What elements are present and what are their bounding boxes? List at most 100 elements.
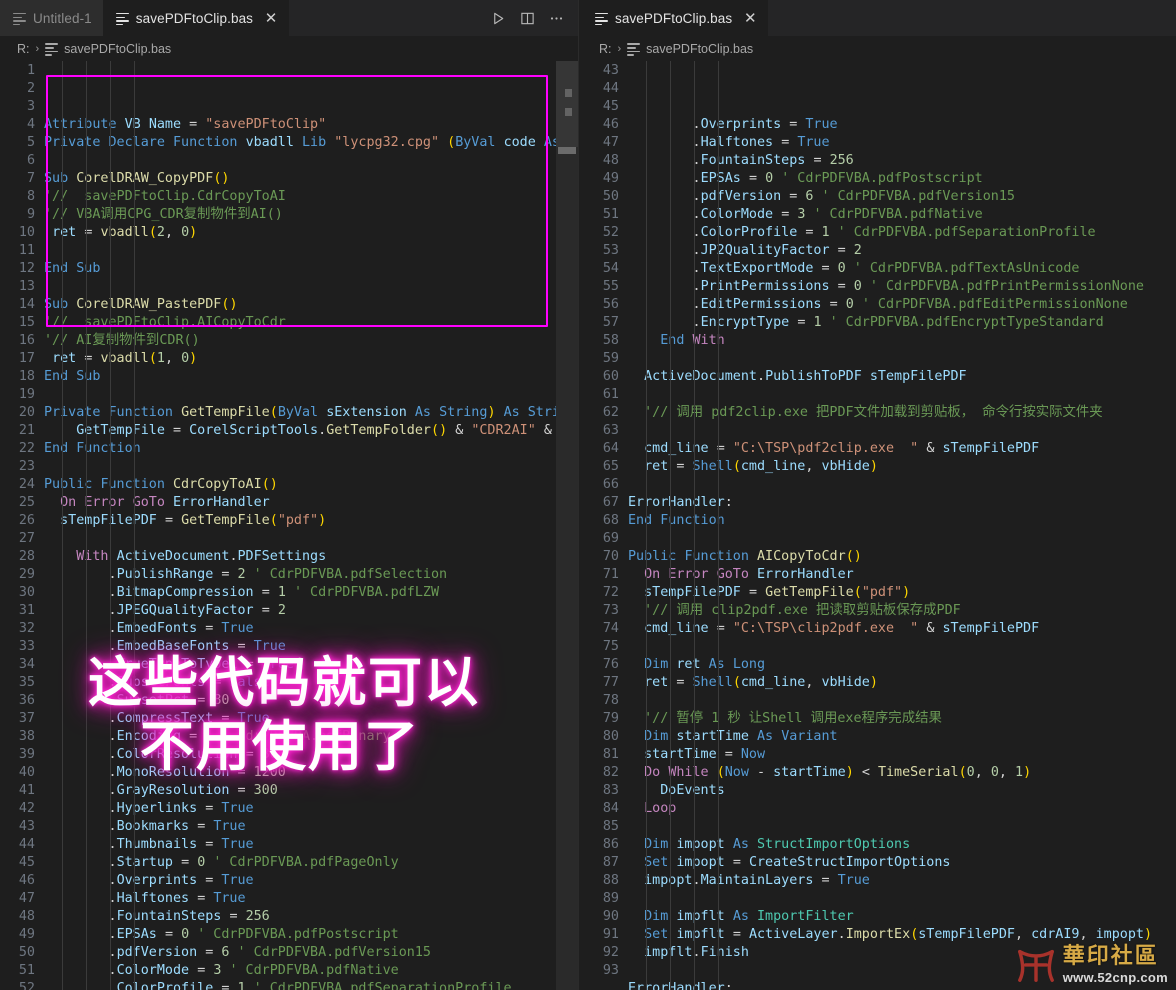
code-line[interactable]: End Function	[628, 512, 1176, 530]
code-line[interactable]: .SubsetFonts = False	[44, 674, 578, 692]
code-line[interactable]: GetTempFile = CorelScriptTools.GetTempFo…	[44, 422, 578, 440]
code-content-left[interactable]: Attribute VB Name = "savePDFtoClip" Priva…	[44, 61, 578, 990]
code-line[interactable]: Sub CorelDRAW_CopyPDF()	[44, 170, 578, 188]
code-line[interactable]	[628, 422, 1176, 440]
code-line[interactable]: .pdfVersion = 6 ' CdrPDFVBA.pdfVersion15	[628, 188, 1176, 206]
code-line[interactable]: Attribute VB Name = "savePDFtoClip"	[44, 116, 578, 134]
code-line[interactable]	[44, 278, 578, 296]
code-line[interactable]: On Error GoTo ErrorHandler	[44, 494, 578, 512]
code-line[interactable]: Private Function GetTempFile(ByVal sExte…	[44, 404, 578, 422]
scrollbar-slider[interactable]	[556, 61, 578, 147]
code-line[interactable]: .Halftones = True	[44, 890, 578, 908]
code-line[interactable]	[628, 890, 1176, 908]
code-line[interactable]: '// savePDFtoClip.CdrCopyToAI	[44, 188, 578, 206]
code-line[interactable]: impopt.MaintainLayers = True	[628, 872, 1176, 890]
code-editor-right[interactable]: 43 44 45 46 47 48 49 50 51 52 53 54 55 56 57 58 59 60 61 62…	[582, 61, 1176, 990]
code-line[interactable]: .EncryptType = 1 ' CdrPDFVBA.pdfEncryptT…	[628, 314, 1176, 332]
code-line[interactable]	[628, 530, 1176, 548]
code-line[interactable]: .FountainSteps = 256	[628, 152, 1176, 170]
code-line[interactable]: Loop	[628, 800, 1176, 818]
code-line[interactable]: .EmbedFonts = True	[44, 620, 578, 638]
code-line[interactable]	[628, 818, 1176, 836]
breadcrumb-file[interactable]: savePDFtoClip.bas	[64, 42, 171, 56]
code-line[interactable]: .Halftones = True	[628, 134, 1176, 152]
code-content-right[interactable]: .Overprints = True .Halftones = True .Fo…	[628, 61, 1176, 990]
code-line[interactable]: .EPSAs = 0 ' CdrPDFVBA.pdfPostscript	[628, 170, 1176, 188]
close-icon[interactable]: ✕	[743, 11, 757, 26]
run-button[interactable]	[491, 11, 506, 26]
code-line[interactable]: ret = vbadll(1, 0)	[44, 350, 578, 368]
code-line[interactable]: End Function	[44, 440, 578, 458]
code-line[interactable]: .PrintPermissions = 0 ' CdrPDFVBA.pdfPri…	[628, 278, 1176, 296]
code-line[interactable]: End Sub	[44, 260, 578, 278]
code-line[interactable]: startTime = Now	[628, 746, 1176, 764]
code-line[interactable]: .GrayResolution = 300	[44, 782, 578, 800]
code-line[interactable]: ret = Shell(cmd_line, vbHide)	[628, 458, 1176, 476]
code-line[interactable]: Dim impopt As StructImportOptions	[628, 836, 1176, 854]
split-editor-button[interactable]	[520, 11, 535, 26]
scrollbar-thumb[interactable]	[558, 147, 576, 154]
code-line[interactable]: '// 调用 pdf2clip.exe 把PDF文件加载到剪贴板， 命令行按实际…	[628, 404, 1176, 422]
code-line[interactable]: .JP2QualityFactor = 2	[628, 242, 1176, 260]
code-line[interactable]: Dim impflt As ImportFilter	[628, 908, 1176, 926]
code-line[interactable]: ret = Shell(cmd_line, vbHide)	[628, 674, 1176, 692]
tab-untitled-1[interactable]: Untitled-1	[0, 0, 103, 36]
code-line[interactable]: .JPEGQualityFactor = 2	[44, 602, 578, 620]
code-line[interactable]: .TrueTypeToType1 = True	[44, 656, 578, 674]
code-line[interactable]	[628, 386, 1176, 404]
code-line[interactable]: .BitmapCompression = 1 ' CdrPDFVBA.pdfLZ…	[44, 584, 578, 602]
code-line[interactable]: .Thumbnails = True	[44, 836, 578, 854]
code-line[interactable]: ActiveDocument.PublishToPDF sTempFilePDF	[628, 368, 1176, 386]
code-line[interactable]: .pdfVersion = 6 ' CdrPDFVBA.pdfVersion15	[44, 944, 578, 962]
code-line[interactable]	[628, 476, 1176, 494]
code-line[interactable]: .ColorMode = 3 ' CdrPDFVBA.pdfNative	[628, 206, 1176, 224]
code-line[interactable]: Dim ret As Long	[628, 656, 1176, 674]
code-line[interactable]: Sub CorelDRAW_PastePDF()	[44, 296, 578, 314]
code-line[interactable]: cmd_line = "C:\TSP\pdf2clip.exe " & sTem…	[628, 440, 1176, 458]
code-line[interactable]: End Sub	[44, 368, 578, 386]
code-line[interactable]: sTempFilePDF = GetTempFile("pdf")	[628, 584, 1176, 602]
code-line[interactable]	[44, 152, 578, 170]
close-icon[interactable]: ✕	[264, 11, 278, 26]
code-line[interactable]: .Hyperlinks = True	[44, 800, 578, 818]
code-line[interactable]: .CompressText = True	[44, 710, 578, 728]
code-line[interactable]	[44, 242, 578, 260]
code-line[interactable]: Dim startTime As Variant	[628, 728, 1176, 746]
code-line[interactable]: With ActiveDocument.PDFSettings	[44, 548, 578, 566]
code-line[interactable]: '// savePDFtoClip.AICopyToCdr	[44, 314, 578, 332]
code-line[interactable]	[44, 458, 578, 476]
code-line[interactable]: .FountainSteps = 256	[44, 908, 578, 926]
code-line[interactable]: End With	[628, 332, 1176, 350]
code-line[interactable]: cmd_line = "C:\TSP\clip2pdf.exe " & sTem…	[628, 620, 1176, 638]
code-line[interactable]: .ColorProfile = 1 ' CdrPDFVBA.pdfSeparat…	[628, 224, 1176, 242]
code-line[interactable]: .MonoResolution = 1200	[44, 764, 578, 782]
breadcrumb-root[interactable]: R:	[17, 42, 30, 56]
code-line[interactable]: '// 暂停 1 秒 让Shell 调用exe程序完成结果	[628, 710, 1176, 728]
code-line[interactable]: Set impflt = ActiveLayer.ImportEx(sTempF…	[628, 926, 1176, 944]
code-line[interactable]: .EPSAs = 0 ' CdrPDFVBA.pdfPostscript	[44, 926, 578, 944]
code-line[interactable]: .TextExportMode = 0 ' CdrPDFVBA.pdfTextA…	[628, 260, 1176, 278]
code-line[interactable]	[628, 638, 1176, 656]
code-line[interactable]: ret = vbadll(2, 0)	[44, 224, 578, 242]
code-line[interactable]	[44, 386, 578, 404]
code-line[interactable]	[628, 350, 1176, 368]
code-line[interactable]: .Overprints = True	[44, 872, 578, 890]
code-line[interactable]: .SubsetPct = 80	[44, 692, 578, 710]
tab-savepdftoclip-bas[interactable]: savePDFtoClip.bas ✕	[102, 0, 290, 36]
code-line[interactable]: Set impopt = CreateStructImportOptions	[628, 854, 1176, 872]
code-line[interactable]: .EmbedBaseFonts = True	[44, 638, 578, 656]
code-line[interactable]: On Error GoTo ErrorHandler	[628, 566, 1176, 584]
code-line[interactable]: .Bookmarks = True	[44, 818, 578, 836]
code-line[interactable]: ErrorHandler:	[628, 494, 1176, 512]
code-line[interactable]: Public Function AICopyToCdr()	[628, 548, 1176, 566]
code-line[interactable]: .ColorMode = 3 ' CdrPDFVBA.pdfNative	[44, 962, 578, 980]
code-line[interactable]: '// 调用 clip2pdf.exe 把读取剪贴板保存成PDF	[628, 602, 1176, 620]
code-line[interactable]: '// VBA调用CPG_CDR复制物件到AI()	[44, 206, 578, 224]
code-line[interactable]: .Overprints = True	[628, 116, 1176, 134]
code-line[interactable]: sTempFilePDF = GetTempFile("pdf")	[44, 512, 578, 530]
code-line[interactable]: .Encoding = 1 ' CdrPDFVBA.pdfBinary	[44, 728, 578, 746]
breadcrumb-root[interactable]: R:	[599, 42, 612, 56]
code-line[interactable]: DoEvents	[628, 782, 1176, 800]
code-line[interactable]: .Startup = 0 ' CdrPDFVBA.pdfPageOnly	[44, 854, 578, 872]
code-line[interactable]: .PublishRange = 2 ' CdrPDFVBA.pdfSelecti…	[44, 566, 578, 584]
